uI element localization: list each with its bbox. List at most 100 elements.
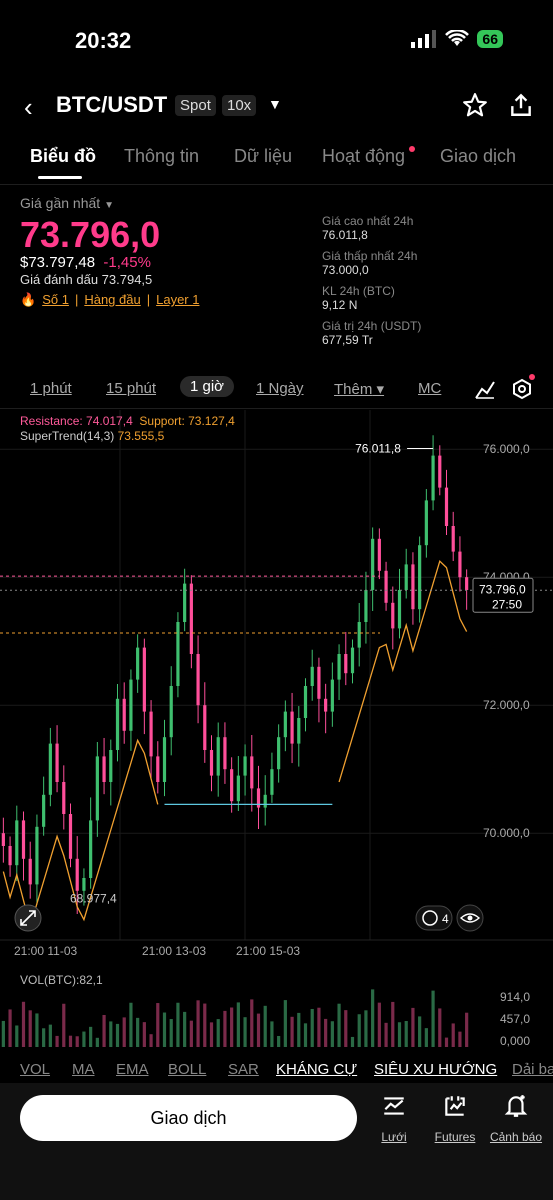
- volume-bar: [344, 1010, 348, 1047]
- candle-body: [28, 858, 32, 885]
- candle-body: [458, 551, 462, 578]
- back-icon[interactable]: ‹: [24, 92, 33, 123]
- indicator-sar[interactable]: SAR: [228, 1061, 259, 1078]
- interval-1h[interactable]: 1 giờ: [180, 376, 235, 397]
- volume-bar: [324, 1018, 328, 1047]
- price-chart[interactable]: 76.000,074.000,072.000,070.000,073.796,0…: [0, 410, 553, 970]
- y-tick-label: 72.000,0: [483, 698, 530, 712]
- candle-body: [189, 583, 193, 654]
- volume-bar: [156, 1003, 160, 1047]
- tab-activity[interactable]: Hoạt động: [322, 146, 405, 167]
- grid-button[interactable]: Lưới: [364, 1093, 424, 1144]
- notification-dot: [409, 146, 415, 152]
- interval-more[interactable]: Thêm ▾: [334, 380, 384, 398]
- tag-rank[interactable]: Số 1: [42, 292, 69, 308]
- indicator-ma[interactable]: MA: [72, 1061, 95, 1078]
- tag-top[interactable]: Hàng đầu: [84, 292, 140, 308]
- candle-body: [62, 782, 66, 814]
- tab-trade[interactable]: Giao dịch: [440, 146, 516, 167]
- indicator-vol[interactable]: VOL: [20, 1061, 50, 1078]
- volume-bar: [350, 1036, 355, 1047]
- pair-title[interactable]: BTC/USDT: [56, 92, 167, 118]
- indicator-ema[interactable]: EMA: [116, 1061, 149, 1078]
- volume-bar: [256, 1013, 261, 1047]
- interval-15m[interactable]: 15 phút: [106, 380, 156, 397]
- candle-body: [438, 455, 442, 488]
- candle-body: [418, 545, 422, 610]
- volume-bar: [458, 1031, 462, 1047]
- tab-data[interactable]: Dữ liệu: [234, 146, 292, 167]
- x-tick-label: 21:00 15-03: [236, 944, 300, 958]
- candle-body: [129, 679, 133, 731]
- volume-tick-label: 914,0: [500, 990, 530, 1004]
- volume-bar: [142, 1022, 146, 1047]
- candle-body: [35, 826, 39, 885]
- favorite-star-icon[interactable]: [462, 92, 488, 118]
- price-change: -1,45%: [103, 254, 151, 271]
- sr-legend: Resistance: 74.017,4 Support: 73.127,4: [20, 414, 235, 428]
- volume-bar: [431, 990, 435, 1047]
- tab-info[interactable]: Thông tin: [124, 146, 199, 167]
- leverage-chip[interactable]: 10x: [222, 95, 257, 116]
- candle-body: [109, 750, 113, 782]
- tag-layer[interactable]: Layer 1: [156, 292, 199, 308]
- tab-chart[interactable]: Biểu đồ: [30, 146, 96, 167]
- volume-bar: [203, 1003, 207, 1047]
- volume-bar: [42, 1028, 46, 1047]
- stat-value: 73.000,0: [322, 263, 369, 277]
- candle-body: [310, 666, 314, 686]
- share-icon[interactable]: [508, 92, 534, 118]
- stat-label: Giá thấp nhất 24h: [322, 249, 418, 263]
- interval-1d[interactable]: 1 Ngày: [256, 380, 304, 397]
- candle-body: [357, 622, 361, 648]
- trade-button[interactable]: Giao dịch: [20, 1095, 357, 1141]
- candle-body: [156, 756, 160, 782]
- volume-bar: [95, 1037, 99, 1047]
- candle-body: [391, 602, 395, 629]
- interval-mc[interactable]: MC: [418, 380, 441, 397]
- volume-bar: [451, 1023, 455, 1047]
- volume-bar: [68, 1035, 73, 1047]
- battery-indicator: 66: [477, 30, 503, 48]
- interval-1m[interactable]: 1 phút: [30, 380, 72, 397]
- candle-body: [196, 654, 200, 706]
- volume-bar: [62, 1003, 66, 1047]
- indicator-supertrend[interactable]: SIÊU XU HƯỚNG: [374, 1061, 497, 1078]
- futures-icon: [445, 1096, 465, 1116]
- signal-icon: [411, 30, 437, 48]
- price-tag-value: 73.796,0: [479, 582, 526, 596]
- wifi-icon: [445, 30, 470, 46]
- volume-bar: [371, 989, 375, 1047]
- support-label: Support: 73.127,4: [139, 414, 235, 428]
- status-icons: 66: [411, 30, 503, 48]
- volume-bar: [243, 1017, 247, 1047]
- candle-body: [21, 820, 26, 859]
- candle-body: [277, 737, 281, 770]
- supertrend-legend: SuperTrend(14,3) 73.555,5: [20, 429, 165, 443]
- supertrend-up-line: [2, 559, 468, 929]
- volume-bar: [102, 1014, 106, 1047]
- volume-bar: [89, 1026, 93, 1047]
- pair-dropdown-icon[interactable]: ▼: [268, 96, 282, 112]
- alert-button[interactable]: Cảnh báo: [486, 1093, 546, 1144]
- candle-body: [371, 538, 375, 590]
- settings-icon[interactable]: [511, 378, 533, 400]
- volume-bar: [176, 1002, 180, 1047]
- volume-bar: [189, 1020, 193, 1047]
- volume-bar: [357, 1014, 361, 1047]
- futures-button[interactable]: Futures: [425, 1093, 485, 1144]
- stat-label: KL 24h (BTC): [322, 284, 395, 298]
- volume-bar: [404, 1020, 408, 1047]
- last-price-label[interactable]: Giá gần nhất ▼: [20, 195, 114, 211]
- indicator-bands[interactable]: Dải ba: [512, 1061, 553, 1078]
- volume-bar: [438, 1008, 442, 1047]
- volume-bar: [411, 1007, 415, 1047]
- mark-price: Giá đánh dấu 73.794,5: [20, 272, 153, 287]
- volume-bar: [75, 1036, 79, 1047]
- candle-body: [176, 622, 180, 686]
- indicator-resistance[interactable]: KHÁNG CỰ: [276, 1061, 357, 1078]
- candle-body: [230, 769, 234, 802]
- indicator-chart-icon[interactable]: [474, 378, 496, 400]
- indicator-boll[interactable]: BOLL: [168, 1061, 206, 1078]
- volume-bar: [290, 1016, 294, 1047]
